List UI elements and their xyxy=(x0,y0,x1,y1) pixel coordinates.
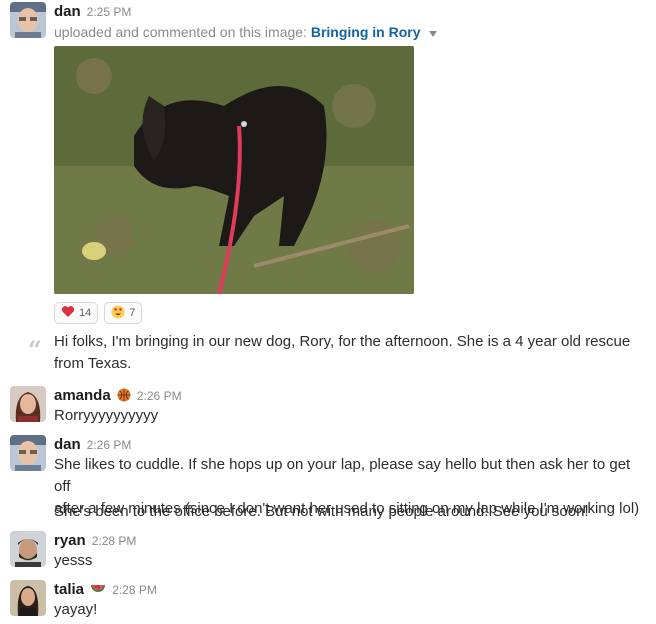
reaction-count: 14 xyxy=(79,307,92,319)
comment-line: Hi folks, I'm bringing in our new dog, R… xyxy=(54,333,631,350)
caret-down-icon[interactable] xyxy=(428,22,438,44)
upload-description: uploaded and commented on this image: Br… xyxy=(54,21,438,44)
username[interactable]: dan 2:26 PM xyxy=(54,436,131,453)
message-text: yayay! xyxy=(54,601,98,618)
avatar-talia[interactable] xyxy=(10,580,46,616)
avatar-dan[interactable] xyxy=(10,435,46,471)
heart-eyes-emoji-icon xyxy=(111,305,125,322)
image-comment: Hi folks, I'm bringing in our new dog, R… xyxy=(54,331,644,375)
username[interactable]: dan 2:25 PM xyxy=(54,3,131,20)
reaction-heart-eyes[interactable]: 7 xyxy=(104,302,143,324)
basketball-icon xyxy=(117,388,131,406)
comment-quote-icon: “ xyxy=(28,335,42,364)
timestamp[interactable]: 2:26 PM xyxy=(87,438,132,452)
upload-prefix: uploaded and commented on this image: xyxy=(54,24,311,40)
reaction-heart[interactable]: 14 xyxy=(54,302,99,324)
comment-line: from Texas. xyxy=(54,355,132,372)
timestamp[interactable]: 2:25 PM xyxy=(87,5,132,19)
reaction-count: 7 xyxy=(129,307,136,319)
avatar-amanda[interactable] xyxy=(10,386,46,422)
dog-photo[interactable] xyxy=(54,46,414,294)
username[interactable]: talia 2:28 PM xyxy=(54,581,157,599)
avatar-ryan[interactable] xyxy=(10,531,46,567)
message-text: She's been to the office before. But not… xyxy=(54,503,589,520)
timestamp[interactable]: 2:28 PM xyxy=(112,583,157,597)
username[interactable]: amanda 2:26 PM xyxy=(54,387,182,406)
message-text: Rorryyyyyyyyyy xyxy=(54,407,159,424)
heart-emoji-icon xyxy=(61,305,75,321)
file-title-link[interactable]: Bringing in Rory xyxy=(311,24,421,40)
username[interactable]: ryan 2:28 PM xyxy=(54,532,136,549)
message-line: She likes to cuddle. If she hops up on y… xyxy=(54,456,631,495)
reactions: 14 7 xyxy=(54,302,143,324)
avatar-dan[interactable] xyxy=(10,2,46,38)
timestamp[interactable]: 2:28 PM xyxy=(92,534,137,548)
watermelon-icon xyxy=(90,582,106,599)
timestamp[interactable]: 2:26 PM xyxy=(137,389,182,403)
message-text: yesss xyxy=(54,552,93,569)
